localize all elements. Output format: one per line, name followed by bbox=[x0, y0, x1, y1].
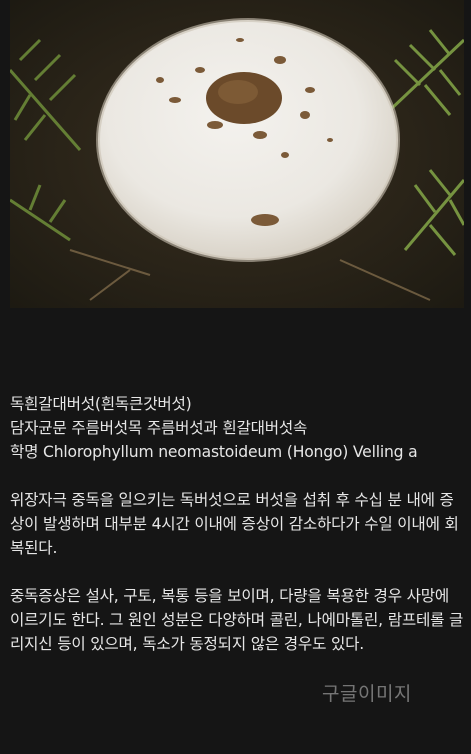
mushroom-photo bbox=[10, 0, 464, 308]
article-text: 독흰갈대버섯(흰독큰갓버섯) 담자균문 주름버섯목 주름버섯과 흰갈대버섯속 학… bbox=[10, 392, 465, 656]
scientific-name: 학명 Chlorophyllum neomastoideum (Hongo) V… bbox=[10, 443, 418, 461]
paragraph-2: 중독증상은 설사, 구토, 복통 등을 보이며, 다량을 복용한 경우 사망에 … bbox=[10, 584, 465, 656]
paragraph-1: 위장자극 중독을 일으키는 독버섯으로 버섯을 섭취 후 수십 분 내에 증상이… bbox=[10, 488, 465, 560]
paragraph-text: 중독증상은 설사, 구토, 복통 등을 보이며, 다량을 복용한 경우 사망에 … bbox=[10, 587, 464, 653]
species-title: 독흰갈대버섯(흰독큰갓버섯) bbox=[10, 395, 192, 413]
classification: 담자균문 주름버섯목 주름버섯과 흰갈대버섯속 bbox=[10, 419, 308, 437]
watermark: 구글이미지 bbox=[322, 683, 412, 705]
paragraph-text: 위장자극 중독을 일으키는 독버섯으로 버섯을 섭취 후 수십 분 내에 증상이… bbox=[10, 491, 459, 557]
